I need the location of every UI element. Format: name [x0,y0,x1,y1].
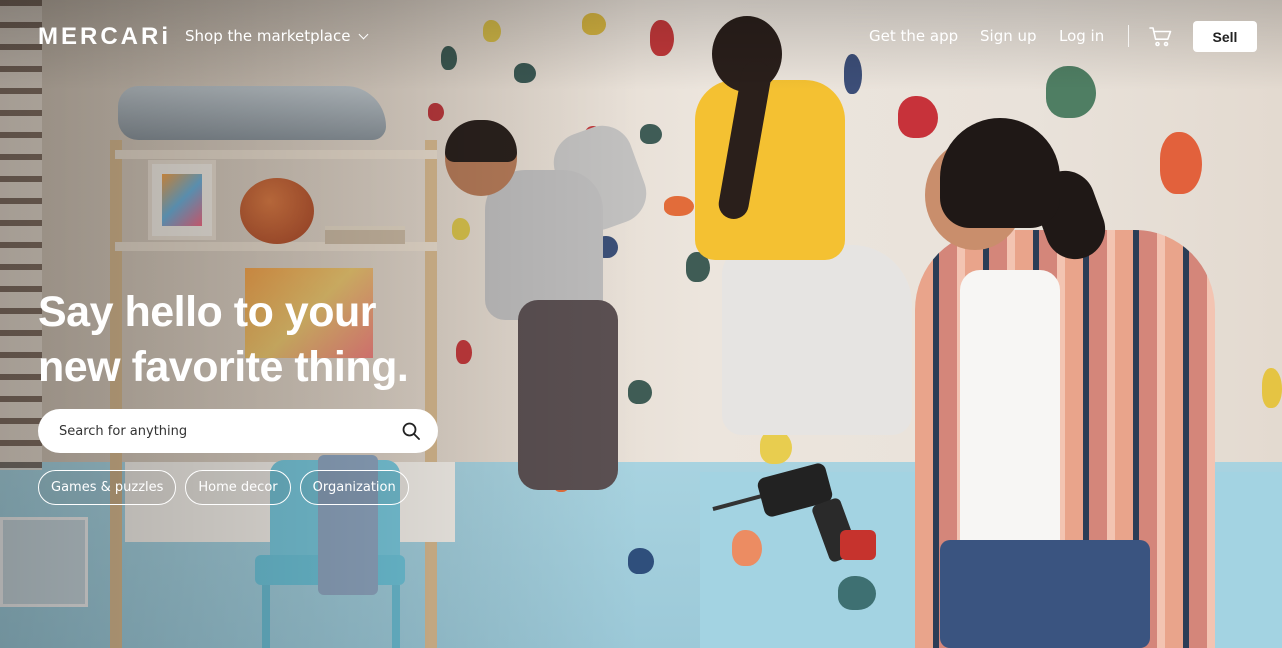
chevron-down-icon [359,29,369,39]
chip-organization[interactable]: Organization [299,470,409,505]
sell-button[interactable]: Sell [1193,21,1257,52]
headline-line-2: new favorite thing. [38,343,409,391]
log-in-link[interactable]: Log in [1059,27,1104,45]
site-header: MERCARi Shop the marketplace Get the app… [0,0,1282,72]
get-the-app-link[interactable]: Get the app [869,27,958,45]
cart-icon[interactable] [1149,26,1173,48]
category-chips: Games & puzzles Home decor Organization [38,470,409,505]
shop-marketplace-label: Shop the marketplace [185,27,351,45]
headline-line-1: Say hello to your [38,288,376,336]
chip-home-decor[interactable]: Home decor [185,470,291,505]
header-divider [1128,25,1129,47]
search-input[interactable] [59,423,402,439]
search-bar [38,409,438,453]
chip-games-puzzles[interactable]: Games & puzzles [38,470,177,505]
sign-up-link[interactable]: Sign up [980,27,1037,45]
shop-marketplace-menu[interactable]: Shop the marketplace [185,27,369,45]
search-icon[interactable] [402,422,420,440]
hero-headline: Say hello to your new favorite thing. [38,285,478,395]
mercari-logo[interactable]: MERCARi [38,23,171,51]
